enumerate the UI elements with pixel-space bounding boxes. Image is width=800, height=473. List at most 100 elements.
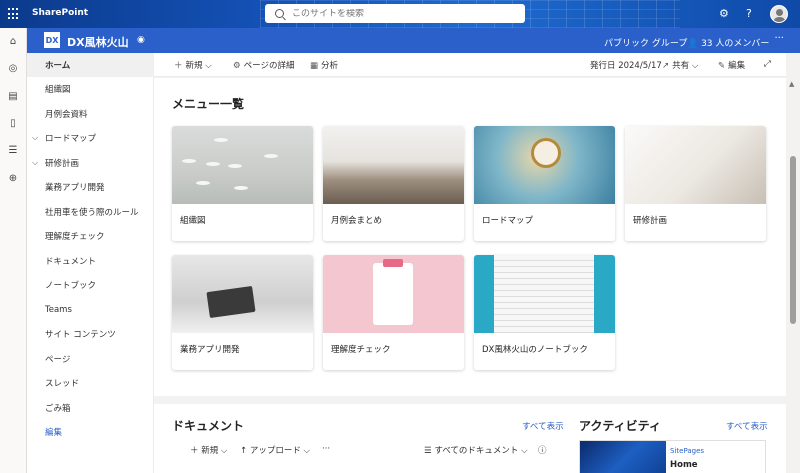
nav-item-home[interactable]: ホーム xyxy=(27,53,154,77)
activity-see-all-link[interactable]: すべて表示 xyxy=(726,420,768,432)
expand-icon[interactable]: ⤢ xyxy=(764,59,771,69)
plus-icon: ＋ xyxy=(190,446,202,456)
members-label: 33 人のメンバー xyxy=(701,39,770,49)
tile-image xyxy=(172,255,313,333)
tile-org-chart[interactable]: 組織図 xyxy=(172,126,313,241)
tile-monthly-summary[interactable]: 月例会まとめ xyxy=(323,126,464,241)
documents-see-all-link[interactable]: すべて表示 xyxy=(522,420,564,432)
edit-button[interactable]: ✎ 編集 xyxy=(718,59,745,71)
view-selector[interactable]: ☰ すべてのドキュメント ⌵ xyxy=(424,444,528,456)
nav-item-training-plan[interactable]: ⌵ 研修計画 xyxy=(27,151,154,175)
site-header: DX DX風林火山 ◉ パブリック グループ 👤 33 人のメンバー ··· xyxy=(27,28,800,53)
nav-item-quiz[interactable]: 理解度チェック xyxy=(27,224,154,248)
members-button[interactable]: 👤 33 人のメンバー xyxy=(687,36,769,49)
avatar[interactable] xyxy=(770,5,788,23)
nav-item-label: 組織図 xyxy=(45,85,71,95)
scrollbar[interactable]: ▲ xyxy=(786,78,800,473)
tile-label: 理解度チェック xyxy=(331,345,391,355)
nav-item-teams[interactable]: Teams xyxy=(27,298,154,322)
search-input[interactable] xyxy=(292,8,492,19)
nav-item-label: ノートブック xyxy=(45,281,97,291)
activity-thumbnail xyxy=(580,441,666,473)
analytics-button[interactable]: ▦ 分析 xyxy=(310,59,338,71)
page-details-button[interactable]: ⚙ ページの詳細 xyxy=(233,59,294,71)
nav-item-label: ごみ箱 xyxy=(45,404,71,414)
scroll-thumb[interactable] xyxy=(790,156,796,324)
section-divider xyxy=(154,396,786,404)
edit-label: 編集 xyxy=(728,61,746,71)
tile-image xyxy=(474,126,615,204)
tile-training-plan[interactable]: 研修計画 xyxy=(625,126,766,241)
nav-item-label: 社用車を使う際のルール xyxy=(45,208,139,218)
nav-item-label: ホーム xyxy=(45,61,71,71)
teams-icon[interactable]: ◉ xyxy=(137,35,145,45)
list-icon[interactable]: ☰ xyxy=(7,145,19,157)
tile-roadmap[interactable]: ロードマップ xyxy=(474,126,615,241)
nav-item-documents[interactable]: ドキュメント xyxy=(27,249,154,273)
tile-quiz[interactable]: 理解度チェック xyxy=(323,255,464,370)
nav-item-threads[interactable]: スレッド xyxy=(27,371,154,395)
person-icon: 👤 xyxy=(687,39,702,49)
share-button[interactable]: ↗ 共有 ⌵ xyxy=(662,59,698,71)
nav-item-business-app[interactable]: 業務アプリ開発 xyxy=(27,175,154,199)
analytics-icon: ▦ xyxy=(310,61,319,71)
scroll-up-icon[interactable]: ▲ xyxy=(789,80,794,88)
site-title[interactable]: DX風林火山 xyxy=(67,34,129,50)
nav-item-label: 理解度チェック xyxy=(45,232,105,242)
nav-edit-link[interactable]: 編集 xyxy=(27,420,154,444)
nav-item-site-contents[interactable]: サイト コンテンツ xyxy=(27,322,154,346)
nav-item-label: ドキュメント xyxy=(45,257,97,267)
chevron-down-icon: ⌵ xyxy=(300,446,310,456)
nav-item-notebook[interactable]: ノートブック xyxy=(27,273,154,297)
chevron-down-icon[interactable]: ⌵ xyxy=(32,158,38,168)
info-icon[interactable]: ⓘ xyxy=(538,444,547,456)
tile-label: 業務アプリ開発 xyxy=(180,345,240,355)
news-icon[interactable]: ▤ xyxy=(7,91,19,103)
nav-item-label: サイト コンテンツ xyxy=(45,330,116,340)
view-icon: ☰ xyxy=(424,446,435,456)
activity-title: アクティビティ xyxy=(579,419,661,433)
document-icon[interactable]: ▯ xyxy=(7,118,19,130)
gear-icon[interactable]: ⚙ xyxy=(719,7,729,20)
tile-image xyxy=(323,255,464,333)
tile-label: 組織図 xyxy=(180,216,206,226)
globe-icon[interactable]: ◎ xyxy=(7,63,19,75)
nav-item-monthly-materials[interactable]: 月例会資料 xyxy=(27,102,154,126)
waffle-icon[interactable] xyxy=(8,8,20,20)
nav-item-pages[interactable]: ページ xyxy=(27,347,154,371)
help-icon[interactable]: ? xyxy=(746,7,752,20)
activity-name: Home xyxy=(670,460,698,470)
tile-label: 月例会まとめ xyxy=(331,216,383,226)
documents-title: ドキュメント xyxy=(172,419,245,433)
activity-card[interactable]: SitePages Home xyxy=(579,440,766,473)
nav-item-recycle-bin[interactable]: ごみ箱 xyxy=(27,396,154,420)
nav-item-org-chart[interactable]: 組織図 xyxy=(27,77,154,101)
search-box[interactable] xyxy=(265,4,525,23)
tile-image xyxy=(625,126,766,204)
upload-label: アップロード xyxy=(249,446,301,456)
nav-item-label: ページ xyxy=(45,355,71,365)
search-icon xyxy=(275,9,284,18)
tile-label: DX風林火山のノートブック xyxy=(482,345,588,355)
upload-button[interactable]: ↑ アップロード ⌵ xyxy=(240,444,310,456)
documents-new-button[interactable]: ＋ 新規 ⌵ xyxy=(190,444,227,456)
chevron-down-icon: ⌵ xyxy=(689,61,699,71)
app-name[interactable]: SharePoint xyxy=(32,8,88,18)
chevron-down-icon: ⌵ xyxy=(518,446,528,456)
suite-bar: SharePoint ⚙ ? xyxy=(0,0,800,28)
documents-more-button[interactable]: ··· xyxy=(322,444,330,454)
tile-image xyxy=(172,126,313,204)
nav-item-roadmap[interactable]: ⌵ ロードマップ xyxy=(27,126,154,150)
home-icon[interactable]: ⌂ xyxy=(7,36,19,48)
add-icon[interactable]: ⊕ xyxy=(7,173,19,185)
more-button[interactable]: ··· xyxy=(774,33,784,44)
nav-item-label: Teams xyxy=(45,305,72,315)
chevron-down-icon[interactable]: ⌵ xyxy=(32,133,38,143)
site-logo[interactable]: DX xyxy=(44,32,60,48)
nav-item-label: 研修計画 xyxy=(45,159,80,169)
tile-notebook[interactable]: DX風林火山のノートブック xyxy=(474,255,615,370)
share-label: 共有 xyxy=(672,61,690,71)
new-button[interactable]: ＋新規 ⌵ xyxy=(174,59,212,71)
tile-business-app[interactable]: 業務アプリ開発 xyxy=(172,255,313,370)
nav-item-car-rules[interactable]: 社用車を使う際のルール xyxy=(27,200,154,224)
